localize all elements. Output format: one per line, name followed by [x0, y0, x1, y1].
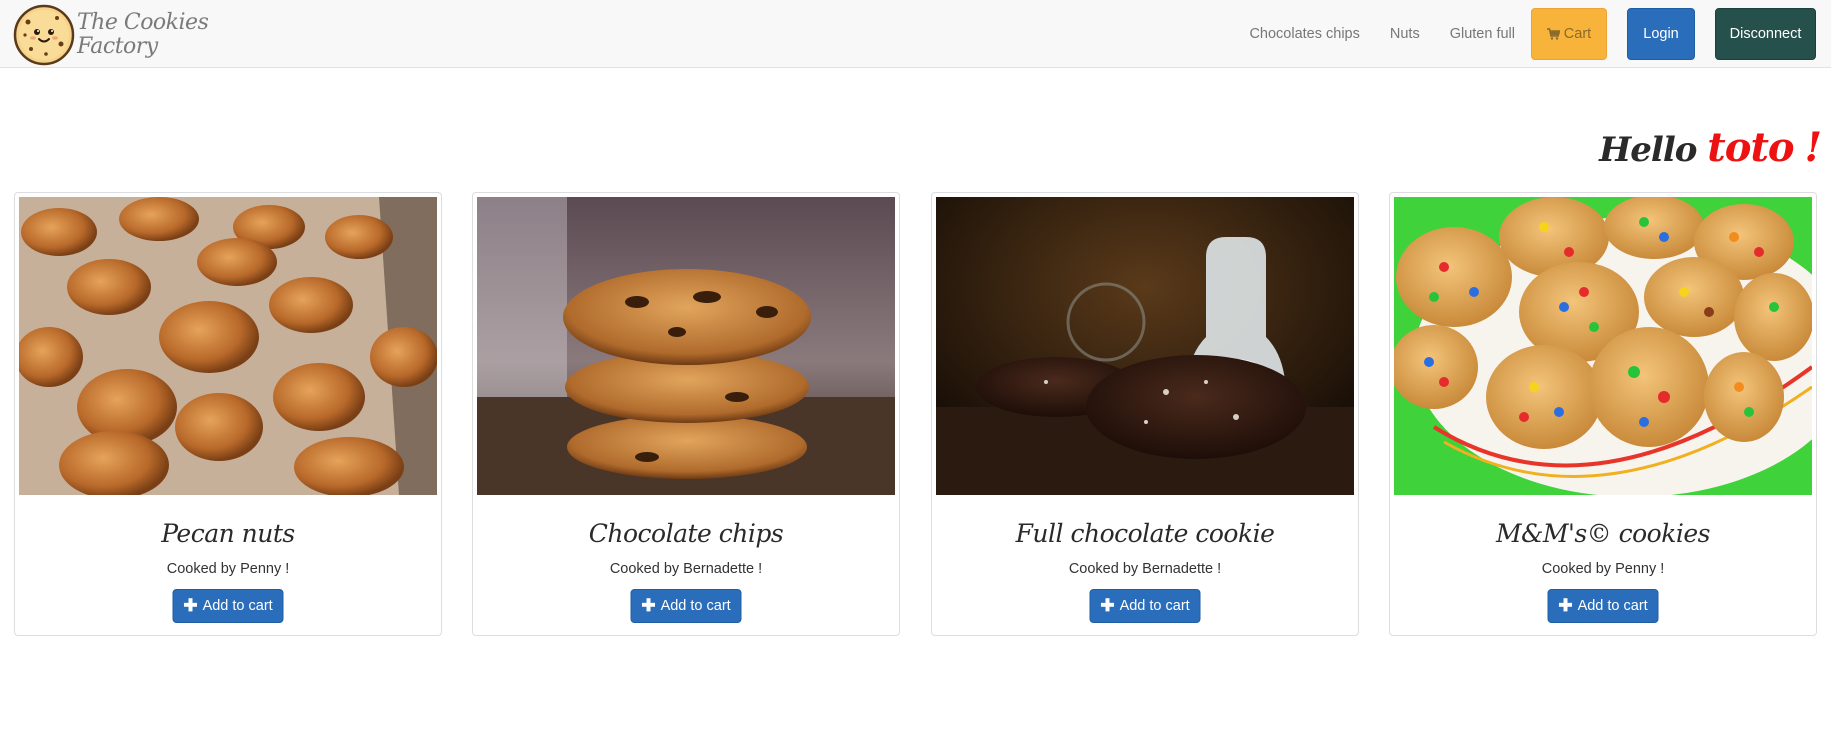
product-title: Pecan nuts: [161, 519, 295, 548]
product-card: Pecan nuts Cooked by Penny ! ✚ Add to ca…: [14, 192, 442, 636]
brand-link[interactable]: The Cookies Factory: [13, 4, 209, 66]
product-cook: Cooked by Penny !: [166, 561, 290, 577]
add-to-cart-label: Add to cart: [1577, 598, 1648, 614]
add-to-cart-button[interactable]: ✚ Add to cart: [1089, 589, 1201, 623]
product-cook: Cooked by Bernadette !: [1068, 561, 1222, 577]
product-grid: Pecan nuts Cooked by Penny ! ✚ Add to ca…: [14, 192, 1817, 636]
brand-line-1: The Cookies: [77, 10, 209, 35]
pecan-cookies-photo: [19, 197, 437, 495]
greeting: Hello toto !: [1599, 124, 1822, 171]
plus-icon: ✚: [183, 596, 198, 615]
product-cook: Cooked by Bernadette !: [609, 561, 763, 577]
plus-icon: ✚: [1100, 596, 1115, 615]
nav-link-nuts[interactable]: Nuts: [1390, 26, 1420, 42]
product-card: M&M's© cookies Cooked by Penny ! ✚ Add t…: [1389, 192, 1817, 636]
add-to-cart-button[interactable]: ✚ Add to cart: [172, 589, 284, 623]
product-title: Chocolate chips: [588, 519, 784, 548]
nav-links: Chocolates chips Nuts Gluten full Cart L…: [1249, 8, 1816, 60]
nav-link-chocolates-chips[interactable]: Chocolates chips: [1249, 26, 1359, 42]
greeting-hello: Hello: [1599, 130, 1697, 170]
cart-label: Cart: [1563, 26, 1592, 42]
cart-button[interactable]: Cart: [1531, 8, 1607, 60]
brand-line-2: Factory: [77, 34, 158, 59]
greeting-username: toto: [1707, 124, 1794, 171]
cookie-face-icon: [13, 4, 75, 66]
add-to-cart-label: Add to cart: [202, 598, 273, 614]
brand-name: The Cookies Factory: [77, 10, 209, 59]
navbar: The Cookies Factory Chocolates chips Nut…: [0, 0, 1831, 68]
plus-icon: ✚: [1558, 596, 1573, 615]
nav-link-gluten-full[interactable]: Gluten full: [1450, 26, 1515, 42]
product-card: Full chocolate cookie Cooked by Bernadet…: [931, 192, 1359, 636]
full-chocolate-cookie-photo: [936, 197, 1354, 495]
add-to-cart-button[interactable]: ✚ Add to cart: [630, 589, 742, 623]
product-title: M&M's© cookies: [1496, 519, 1710, 548]
plus-icon: ✚: [641, 596, 656, 615]
product-card: Chocolate chips Cooked by Bernadette ! ✚…: [472, 192, 900, 636]
add-to-cart-label: Add to cart: [1119, 598, 1190, 614]
product-cook: Cooked by Penny !: [1541, 561, 1665, 577]
add-to-cart-label: Add to cart: [660, 598, 731, 614]
mm-cookies-photo: [1394, 197, 1812, 495]
disconnect-button[interactable]: Disconnect: [1715, 8, 1816, 60]
add-to-cart-button[interactable]: ✚ Add to cart: [1547, 589, 1659, 623]
login-button[interactable]: Login: [1627, 8, 1695, 60]
product-title: Full chocolate cookie: [1015, 519, 1275, 548]
greeting-exclamation: !: [1804, 124, 1822, 171]
shopping-cart-icon: [1546, 28, 1560, 40]
chocolate-chip-cookies-photo: [477, 197, 895, 495]
